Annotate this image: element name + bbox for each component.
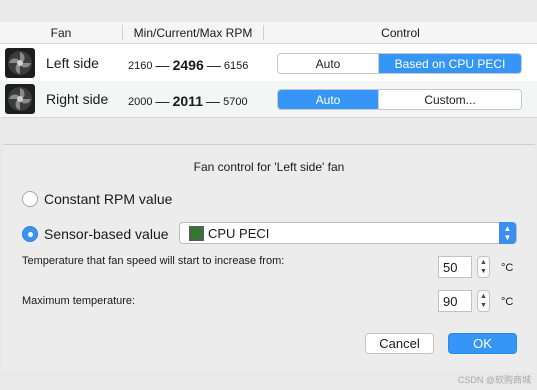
radio-button[interactable] [22,191,38,207]
cancel-button[interactable]: Cancel [365,333,434,354]
max-temp-input[interactable]: 90 [438,290,472,312]
rpm-values: 2160 — 2496 — 6156 [128,56,249,73]
max-temp-unit: °C [501,296,514,308]
up-down-arrows-icon: ▲ ▼ [499,222,516,244]
sheet-title: Fan control for 'Left side' fan [193,160,345,174]
fan-control-sheet: Fan control for 'Left side' fan Constant… [3,144,535,372]
control-segmented: Auto Based on CPU PECI [277,53,522,74]
fan-table: Left side 2160 — 2496 — 6156 Auto Based … [0,44,537,118]
fan-name: Left side [46,55,99,71]
fan-icon-graphic [8,51,32,75]
rpm-dash: — [155,57,170,73]
start-temp-input[interactable]: 50 [438,256,472,278]
rpm-dash: — [206,57,221,73]
ok-button[interactable]: OK [448,333,517,354]
header-rpm[interactable]: Min/Current/Max RPM [123,26,263,40]
rpm-min: 2000 [128,96,153,108]
rpm-current: 2011 [172,93,203,109]
rpm-max: 5700 [223,96,248,108]
radio-button-selected[interactable] [22,226,38,242]
control-auto-button[interactable]: Auto [278,90,378,109]
control-custom-button[interactable]: Custom... [378,90,521,109]
max-temp-label: Maximum temperature: [22,295,136,307]
sensor-popup-button[interactable]: CPU PECI ▲ ▼ [179,222,517,244]
fan-row-right-side[interactable]: Right side 2000 — 2011 — 5700 Auto Custo… [0,81,537,117]
control-sensor-button[interactable]: Based on CPU PECI [378,54,521,73]
header-control[interactable]: Control [264,26,537,40]
fan-name: Right side [46,91,109,107]
max-temp-stepper[interactable]: ▲ ▼ [477,290,490,312]
rpm-current: 2496 [172,57,204,73]
fan-table-header: Fan Min/Current/Max RPM Control [0,22,537,44]
fan-row-left-side[interactable]: Left side 2160 — 2496 — 6156 Auto Based … [0,45,537,81]
radio-sensor-based[interactable]: Sensor-based value [22,226,169,242]
radio-label[interactable]: Constant RPM value [44,191,172,207]
rpm-max: 6156 [223,60,249,72]
sensor-popup-value: CPU PECI [208,226,270,241]
start-temp-unit: °C [501,262,514,274]
rpm-min: 2160 [128,60,153,72]
chip-icon [189,226,204,241]
fan-icon [5,84,35,114]
watermark: CSDN @软购商城 [457,375,531,385]
start-temp-stepper[interactable]: ▲ ▼ [477,256,490,278]
start-temp-label: Temperature that fan speed will start to… [22,255,285,267]
radio-constant-rpm[interactable]: Constant RPM value [22,191,172,207]
fan-icon-graphic [8,87,32,111]
control-segmented: Auto Custom... [277,89,522,110]
radio-label[interactable]: Sensor-based value [44,226,169,242]
rpm-dash: — [206,93,221,109]
fan-icon [5,48,35,78]
rpm-dash: — [155,93,170,109]
rpm-values: 2000 — 2011 — 5700 [128,92,248,109]
control-auto-button[interactable]: Auto [278,54,378,73]
header-fan[interactable]: Fan [0,26,122,40]
